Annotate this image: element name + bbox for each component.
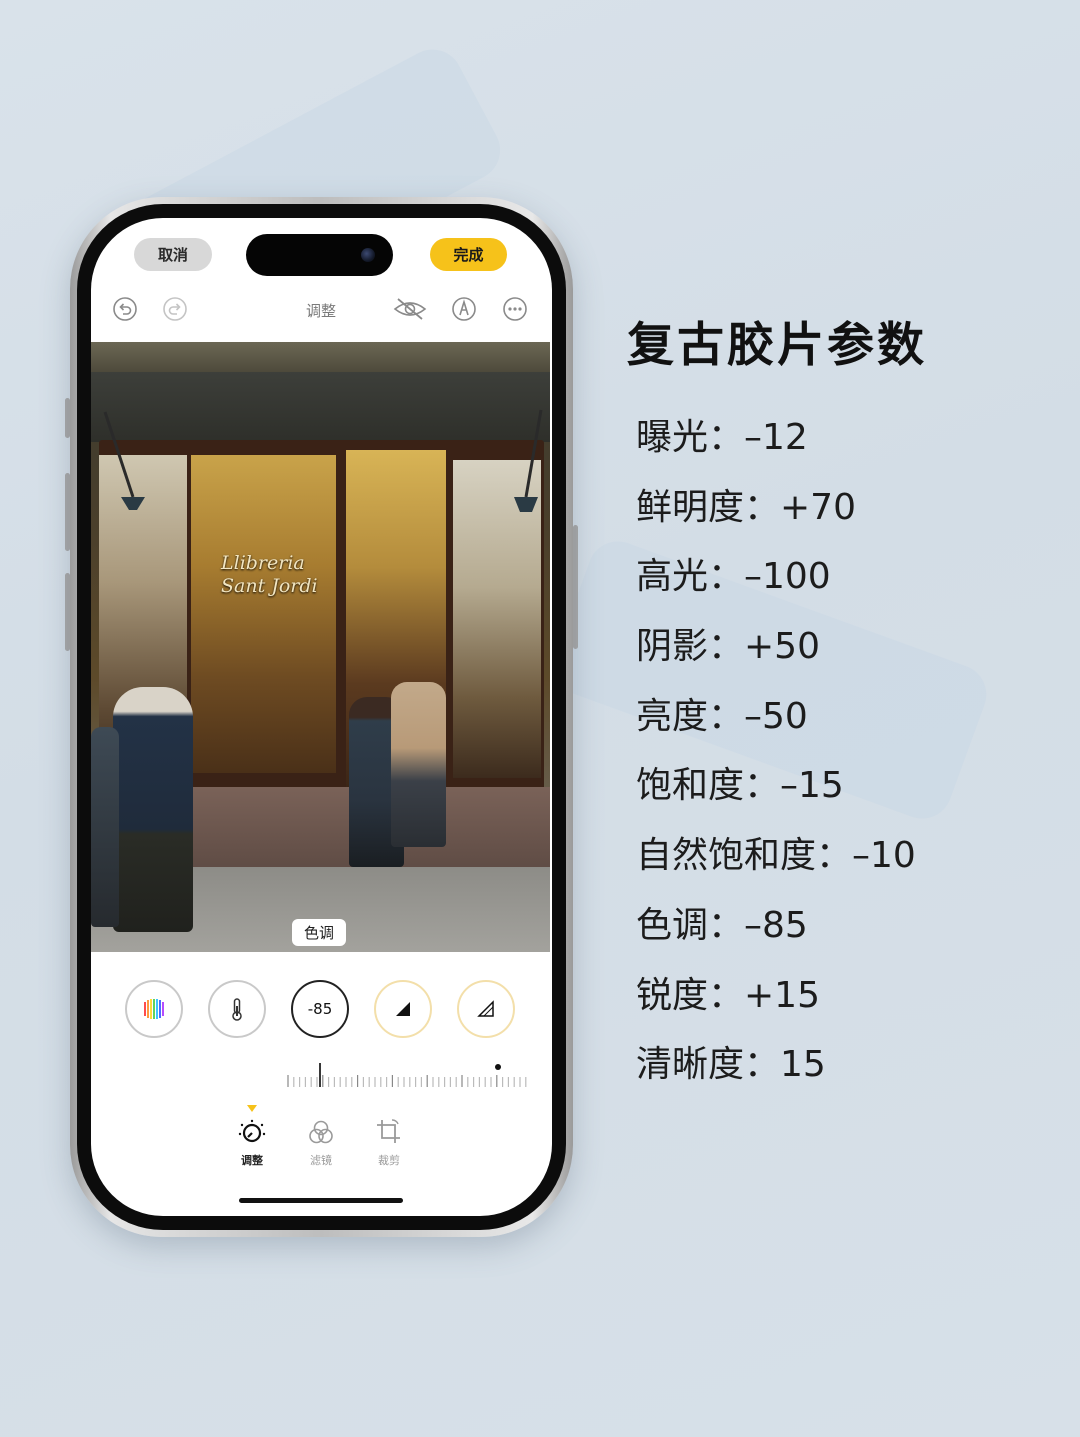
home-indicator — [239, 1198, 403, 1203]
redo-icon[interactable] — [162, 296, 188, 322]
undo-icon[interactable] — [112, 296, 138, 322]
hide-original-eye-icon[interactable] — [392, 296, 428, 322]
warmth-dial[interactable] — [208, 980, 266, 1038]
param-item: 曝光：–12 — [636, 417, 808, 458]
done-button[interactable]: 完成 — [430, 238, 507, 271]
tab-crop[interactable]: 裁剪 — [367, 1118, 411, 1168]
tint-slider[interactable] — [286, 1063, 531, 1087]
param-item: 色调：–85 — [636, 904, 808, 946]
phone-bezel: 取消 完成 调整 Llibreria Sant Jordi 色调 -85 调整 … — [77, 204, 566, 1230]
shop-facade — [91, 372, 550, 442]
param-list: 曝光：–12 鲜明度：+70 高光：–100 阴影：+50 亮度：–50 饱和度：–15 自… — [636, 412, 916, 1109]
person-man-door — [391, 682, 446, 847]
param-item: 饱和度：–15 — [636, 765, 844, 807]
photo-preview[interactable]: Llibreria Sant Jordi — [91, 342, 550, 952]
more-options-icon[interactable] — [502, 296, 528, 322]
lamp-right-icon — [514, 409, 543, 512]
active-tab-indicator — [247, 1105, 257, 1112]
triangle-filled-icon — [396, 1002, 410, 1016]
markup-pen-icon[interactable] — [451, 296, 477, 322]
tone-label: 色调 — [292, 919, 346, 946]
param-item: 鲜明度：+70 — [636, 486, 856, 528]
adjust-dial-icon — [238, 1119, 266, 1143]
page-title: 复古胶片参数 — [627, 318, 927, 373]
cancel-button[interactable]: 取消 — [134, 238, 212, 271]
tab-adjust[interactable]: 调整 — [230, 1118, 274, 1168]
tab-filters-label: 滤镜 — [310, 1154, 332, 1167]
tab-crop-label: 裁剪 — [378, 1154, 400, 1167]
tint-value: -85 — [307, 1000, 333, 1018]
triangle-outline-icon — [477, 1000, 494, 1017]
definition-dial[interactable] — [457, 980, 515, 1038]
param-item: 自然饱和度：–10 — [636, 835, 916, 877]
tint-dial[interactable]: -85 — [291, 980, 349, 1038]
rainbow-auto-icon — [144, 999, 164, 1019]
phone-screen: 取消 完成 调整 Llibreria Sant Jordi 色调 -85 调整 … — [91, 218, 552, 1216]
filters-icon — [309, 1120, 333, 1144]
shop-sign-line1: Llibreria — [221, 552, 305, 574]
person-old-man — [113, 687, 193, 932]
shop-window-left — [191, 455, 336, 773]
shop-awning — [91, 342, 550, 372]
lamp-left-icon — [103, 411, 145, 510]
param-item: 锐度：+15 — [636, 974, 820, 1016]
shop-sign: Llibreria Sant Jordi — [221, 552, 318, 598]
slider-default-dot — [495, 1064, 501, 1070]
param-item: 高光：–100 — [636, 556, 831, 598]
tab-filters[interactable]: 滤镜 — [299, 1118, 343, 1168]
phone-frame: 取消 完成 调整 Llibreria Sant Jordi 色调 -85 调整 … — [70, 197, 573, 1237]
tab-adjust-label: 调整 — [241, 1154, 263, 1167]
dynamic-island — [246, 234, 393, 276]
thermometer-icon — [232, 998, 242, 1021]
person-woman-left — [91, 727, 119, 927]
param-item: 清晰度：15 — [636, 1044, 826, 1086]
adjust-title: 调整 — [305, 302, 336, 320]
camera-icon — [361, 248, 375, 262]
auto-enhance-dial[interactable] — [125, 980, 183, 1038]
power-button — [573, 525, 578, 649]
shop-sign-line2: Sant Jordi — [221, 575, 318, 597]
sharpness-dial[interactable] — [374, 980, 432, 1038]
param-item: 阴影：+50 — [636, 626, 820, 668]
param-item: 亮度：–50 — [636, 695, 808, 737]
crop-icon — [377, 1119, 400, 1143]
